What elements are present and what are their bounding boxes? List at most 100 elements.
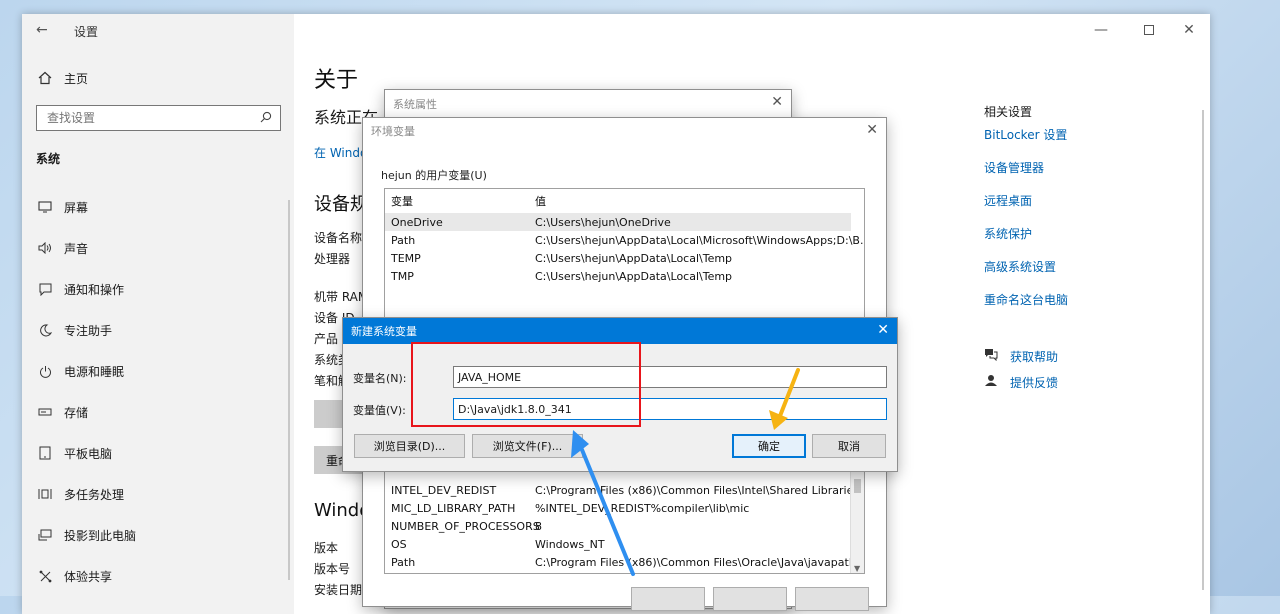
close-icon[interactable]: ✕ (771, 94, 783, 110)
minimize-button[interactable]: — (1078, 15, 1124, 45)
annotation-arrows (571, 368, 800, 576)
var-name: Path (391, 555, 416, 569)
home-icon (36, 69, 54, 87)
list-header: 变量 值 (385, 192, 851, 210)
notification-icon (36, 280, 54, 298)
nav-item-label: 专注助手 (64, 323, 113, 338)
nav-item-label: 屏幕 (64, 200, 89, 215)
var-name: INTEL_DEV_REDIST (391, 483, 497, 497)
var-name: TEMP (391, 251, 421, 265)
env-titlebar: 环境变量 (363, 118, 886, 144)
var-value: 8 (535, 519, 542, 533)
user-vars-list[interactable]: 变量 值 OneDrive C:\Users\hejun\OneDrive Pa… (384, 188, 865, 322)
cancel-button[interactable]: 取消 (812, 434, 886, 458)
windows-security-link[interactable]: 在 Windo (314, 144, 367, 161)
nav-item-share[interactable]: 体验共享 (22, 559, 294, 593)
nav-item-focus[interactable]: 专注助手 (22, 313, 294, 347)
var-name: TMP (391, 269, 414, 283)
close-icon[interactable]: ✕ (866, 122, 878, 138)
bitlocker-link[interactable]: BitLocker 设置 (984, 126, 1067, 143)
search-box[interactable] (36, 105, 281, 131)
spec-label: 设备名称 (314, 231, 363, 245)
feedback-icon (984, 374, 998, 390)
col-header-value[interactable]: 值 (535, 193, 546, 209)
scrollbar[interactable]: ▼ (850, 459, 864, 573)
help-icon (984, 348, 998, 364)
nav-item-storage[interactable]: 存储 (22, 395, 294, 429)
nav-item-label: 通知和操作 (64, 282, 125, 297)
table-row[interactable]: TMP C:\Users\hejun\AppData\Local\Temp (385, 267, 851, 285)
spec-label: 处理器 (314, 252, 351, 266)
search-icon (260, 111, 272, 126)
table-row[interactable]: Path C:\Users\hejun\AppData\Local\Micros… (385, 231, 864, 249)
back-arrow-icon[interactable]: ← (36, 22, 48, 38)
spec-label: 机带 RAM (314, 290, 369, 304)
col-header-variable[interactable]: 变量 (391, 193, 413, 209)
browse-directory-button[interactable]: 浏览目录(D)... (354, 434, 465, 458)
nav-item-tablet[interactable]: 平板电脑 (22, 436, 294, 470)
speaker-icon (36, 239, 54, 257)
table-row[interactable]: TEMP C:\Users\hejun\AppData\Local\Temp (385, 249, 851, 267)
device-manager-link[interactable]: 设备管理器 (984, 159, 1044, 176)
var-name: OneDrive (391, 215, 443, 229)
window-title: 设置 (74, 25, 99, 39)
nav-item-label: 投影到此电脑 (64, 528, 137, 543)
get-help-link[interactable]: 获取帮助 (1010, 348, 1058, 365)
nav-item-label: 体验共享 (64, 569, 113, 584)
settings-sidebar: ← 设置 主页 系统 屏幕 声音 通知和操作 (22, 14, 294, 614)
new-var-titlebar: 新建系统变量 (343, 318, 897, 344)
page-title: 关于 (314, 68, 359, 93)
nav-item-project[interactable]: 投影到此电脑 (22, 518, 294, 552)
nav-home-label: 主页 (64, 71, 89, 86)
yellow-arrow-icon (769, 368, 800, 430)
var-name: Path (391, 233, 416, 247)
scrollbar-thumb[interactable] (854, 479, 861, 493)
share-icon (36, 567, 54, 585)
maximize-icon (1144, 25, 1154, 35)
nav-item-multitasking[interactable]: 多任务处理 (22, 477, 294, 511)
main-scrollbar[interactable] (1202, 110, 1204, 590)
blue-arrow-icon (571, 430, 635, 576)
search-input[interactable] (45, 110, 260, 126)
storage-icon (36, 403, 54, 421)
system-protection-link[interactable]: 系统保护 (984, 225, 1032, 242)
close-icon: ✕ (1183, 22, 1195, 38)
section-title: 系统 (36, 152, 61, 166)
nav-item-label: 声音 (64, 241, 89, 256)
feedback-link[interactable]: 提供反馈 (1010, 374, 1058, 391)
browse-directory-label: 浏览目录(D)... (373, 440, 446, 453)
table-row[interactable]: OneDrive C:\Users\hejun\OneDrive (385, 213, 851, 231)
moon-icon (36, 321, 54, 339)
var-value: C:\Users\hejun\OneDrive (535, 215, 671, 229)
close-icon[interactable]: ✕ (877, 322, 889, 338)
var-name-label: 变量名(N): (353, 372, 407, 385)
nav-home[interactable]: 主页 (22, 61, 294, 95)
nav-item-label: 电源和睡眠 (64, 364, 125, 379)
remote-desktop-link[interactable]: 远程桌面 (984, 192, 1032, 209)
var-value-label: 变量值(V): (353, 404, 406, 417)
var-name: NUMBER_OF_PROCESSORS (391, 519, 540, 533)
nav-item-label: 平板电脑 (64, 446, 113, 461)
win-label: 版本 (314, 541, 339, 555)
advanced-system-settings-link[interactable]: 高级系统设置 (984, 258, 1056, 275)
multitask-icon (36, 485, 54, 503)
new-var-title: 新建系统变量 (351, 325, 417, 338)
nav-item-power[interactable]: 电源和睡眠 (22, 354, 294, 388)
sidebar-scrollbar[interactable] (288, 200, 290, 580)
var-name: OS (391, 537, 407, 551)
nav-item-notifications[interactable]: 通知和操作 (22, 272, 294, 306)
close-button[interactable]: ✕ (1166, 15, 1212, 45)
rename-pc-link[interactable]: 重命名这台电脑 (984, 291, 1068, 308)
scroll-down-icon[interactable]: ▼ (854, 564, 860, 573)
spec-label: 产品 (314, 332, 339, 346)
nav-item-sound[interactable]: 声音 (22, 231, 294, 265)
var-name: MIC_LD_LIBRARY_PATH (391, 501, 516, 515)
monitor-icon (36, 198, 54, 216)
system-properties-title: 系统属性 (393, 98, 437, 111)
var-value: C:\Users\hejun\AppData\Local\Temp (535, 251, 733, 265)
var-value: C:\Users\hejun\AppData\Local\Microsoft\W… (535, 233, 865, 247)
nav-item-display[interactable]: 屏幕 (22, 190, 294, 224)
related-settings-title: 相关设置 (984, 105, 1033, 119)
var-value: C:\Users\hejun\AppData\Local\Temp (535, 269, 733, 283)
win-label: 安装日期 (314, 583, 363, 597)
